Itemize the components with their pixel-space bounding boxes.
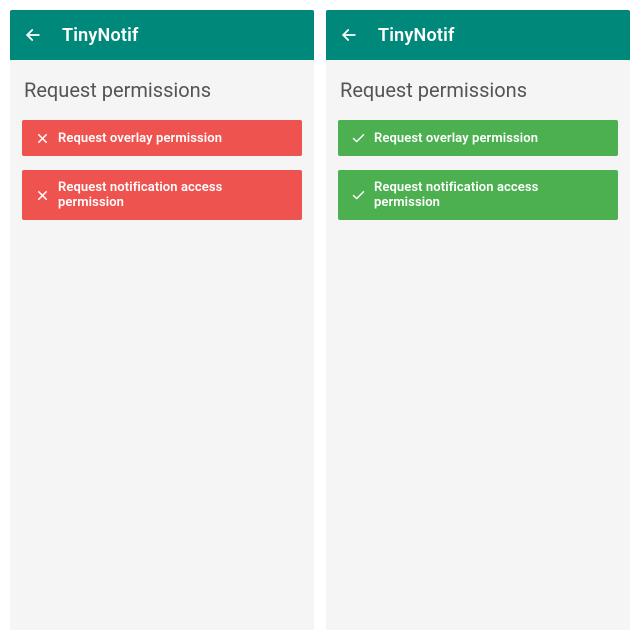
- content-area: Request permissions Request overlay perm…: [10, 60, 314, 252]
- perm-label: Request notification access permission: [58, 180, 290, 210]
- app-title: TinyNotif: [62, 25, 139, 46]
- check-icon: [350, 187, 366, 203]
- back-arrow-icon[interactable]: [338, 24, 360, 46]
- request-overlay-permission-button[interactable]: Request overlay permission: [338, 120, 618, 156]
- section-title: Request permissions: [22, 78, 302, 102]
- request-notification-access-permission-button[interactable]: Request notification access permission: [22, 170, 302, 220]
- check-icon: [350, 130, 366, 146]
- perm-label: Request overlay permission: [58, 131, 222, 146]
- section-title: Request permissions: [338, 78, 618, 102]
- perm-label: Request notification access permission: [374, 180, 606, 210]
- app-bar: TinyNotif: [10, 10, 314, 60]
- cross-icon: [34, 130, 50, 146]
- phone-screen-right: TinyNotif Request permissions Request ov…: [326, 10, 630, 630]
- request-overlay-permission-button[interactable]: Request overlay permission: [22, 120, 302, 156]
- phone-screen-left: TinyNotif Request permissions Request ov…: [10, 10, 314, 630]
- app-bar: TinyNotif: [326, 10, 630, 60]
- request-notification-access-permission-button[interactable]: Request notification access permission: [338, 170, 618, 220]
- content-area: Request permissions Request overlay perm…: [326, 60, 630, 252]
- back-arrow-icon[interactable]: [22, 24, 44, 46]
- cross-icon: [34, 187, 50, 203]
- app-title: TinyNotif: [378, 25, 455, 46]
- perm-label: Request overlay permission: [374, 131, 538, 146]
